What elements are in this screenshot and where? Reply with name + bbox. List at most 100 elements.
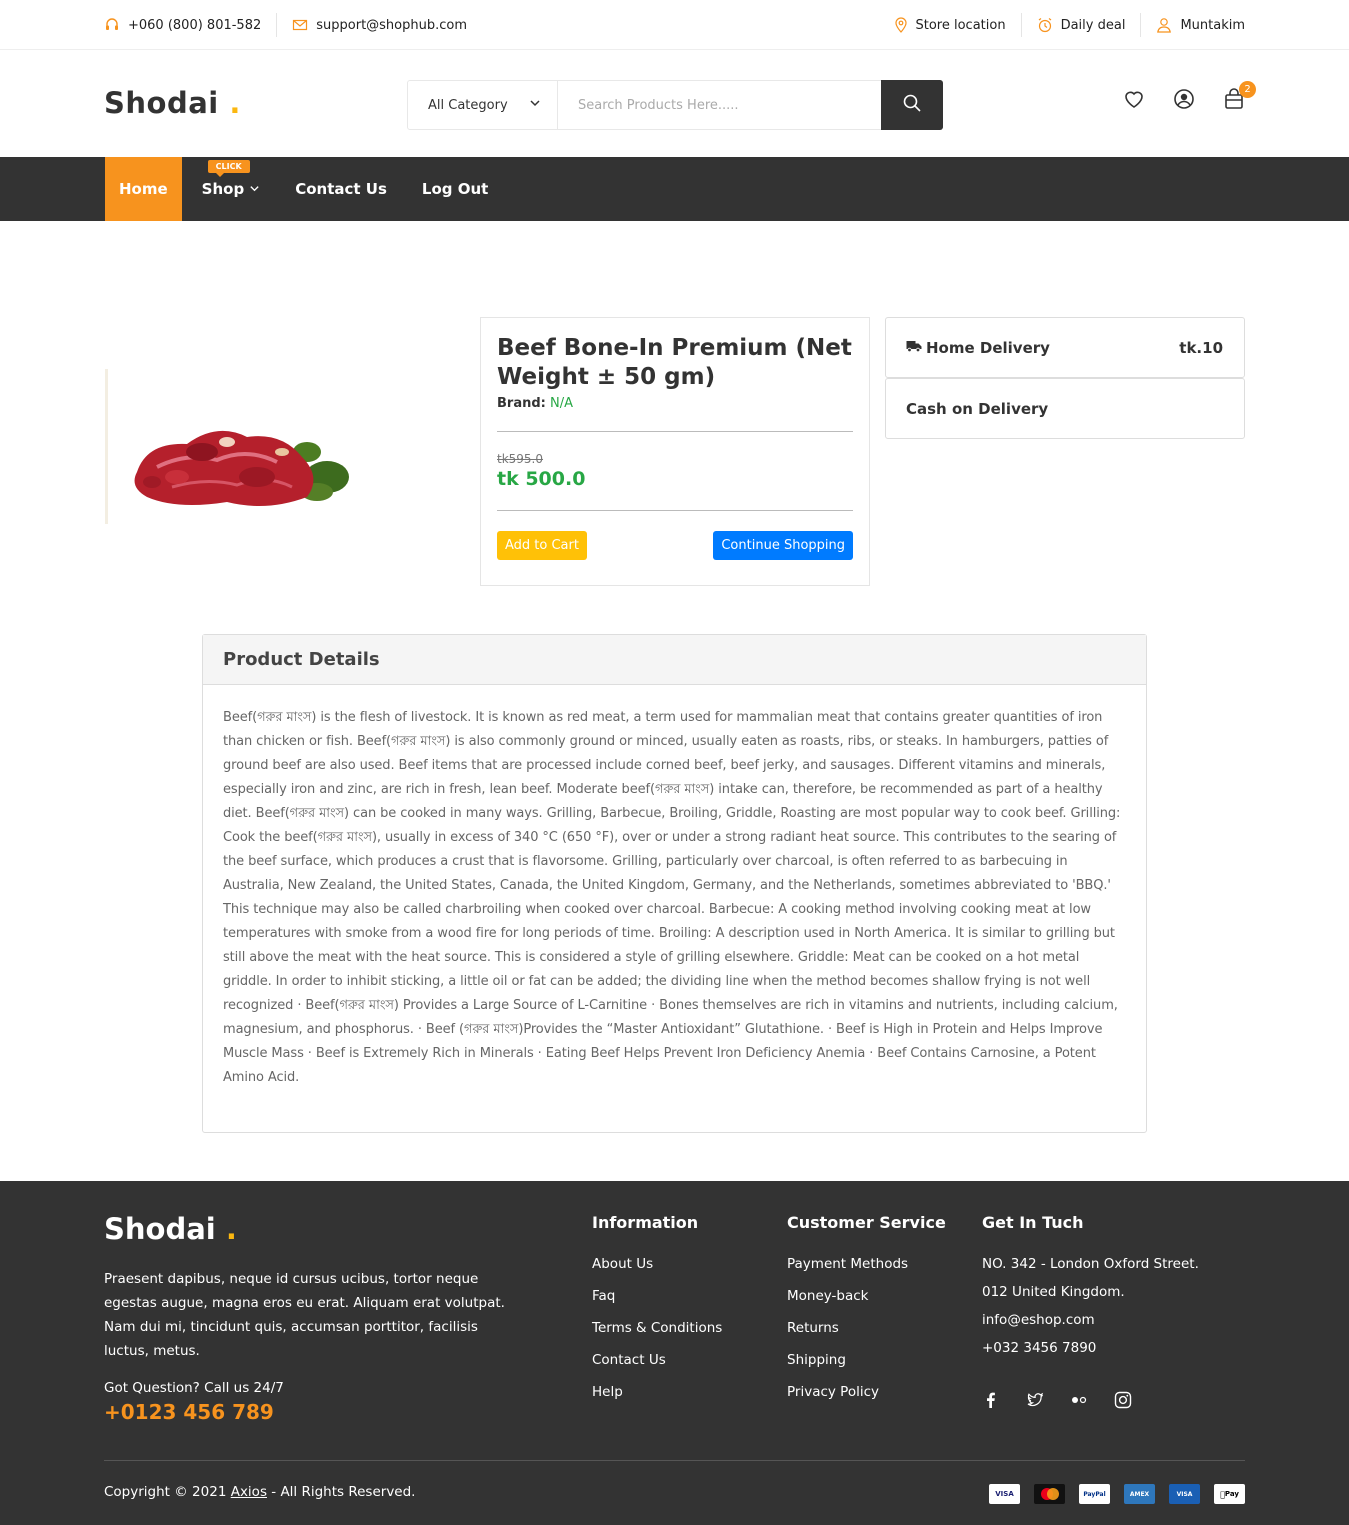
topbar-email-text: support@shophub.com — [316, 17, 468, 33]
beef-image — [134, 430, 349, 506]
cash-on-delivery-option[interactable]: Cash on Delivery — [885, 378, 1245, 439]
footer-link[interactable]: Money-back — [787, 1288, 946, 1320]
footer-link[interactable]: Privacy Policy — [787, 1384, 946, 1416]
visa-label: VISA — [995, 1490, 1014, 1498]
footer-link[interactable]: Terms & Conditions — [592, 1320, 722, 1352]
instagram-icon[interactable] — [1114, 1391, 1132, 1409]
header-icons: 2 — [1123, 81, 1256, 110]
divider — [497, 510, 853, 511]
main-nav: Home CLICK Shop Contact Us Log Out — [0, 157, 1349, 221]
twitter-icon[interactable] — [1026, 1391, 1044, 1409]
apple-pay-icon: Pay — [1214, 1484, 1245, 1504]
nav-shop[interactable]: CLICK Shop — [202, 157, 261, 221]
footer-address-line: 012 United Kingdom. — [982, 1284, 1125, 1300]
nav-logout-label: Log Out — [421, 180, 489, 198]
nav-home[interactable]: Home — [105, 157, 182, 221]
footer-logo[interactable]: Shodai . — [104, 1212, 237, 1246]
nav-contact-label: Contact Us — [295, 180, 387, 198]
account-icon[interactable] — [1173, 88, 1195, 110]
site-logo[interactable]: Shodai . — [104, 86, 241, 120]
click-badge: CLICK — [207, 160, 250, 177]
chevron-down-icon — [529, 97, 541, 113]
footer-link[interactable]: About Us — [592, 1256, 722, 1288]
footer-logo-dot: . — [225, 1212, 237, 1246]
footer-customer-service: Customer Service Payment Methods Money-b… — [787, 1213, 946, 1416]
footer-link[interactable]: Contact Us — [592, 1352, 722, 1384]
paypal-icon: PayPal — [1079, 1484, 1110, 1504]
map-pin-icon — [894, 17, 908, 33]
copyright-link[interactable]: Axios — [231, 1484, 267, 1500]
footer-phone[interactable]: +0123 456 789 — [104, 1400, 274, 1424]
visa-electron-card-icon: VISA — [1169, 1484, 1200, 1504]
current-price: tk 500.0 — [497, 468, 586, 490]
divider — [1020, 13, 1022, 37]
product-info-card: Beef Bone-In Premium (Net Weight ± 50 gm… — [480, 317, 870, 586]
logo-dot: . — [229, 86, 241, 120]
daily-deal-link[interactable]: Daily deal — [1037, 17, 1126, 33]
topbar-email[interactable]: support@shophub.com — [292, 17, 467, 33]
topbar-phone[interactable]: +060 (800) 801-582 — [104, 17, 261, 33]
home-delivery-label: Home Delivery — [926, 338, 1050, 357]
footer-about: Praesent dapibus, neque id cursus ucibus… — [104, 1271, 505, 1359]
nav-shop-label: Shop — [201, 180, 245, 198]
product-details-body: Beef(গরুর মাংস) is the flesh of livestoc… — [223, 710, 1121, 1085]
footer-information-heading: Information — [592, 1213, 699, 1232]
apple-pay-label: Pay — [1222, 1490, 1239, 1498]
product-details-panel: Product Details Beef(গরুর মাংস) is the f… — [202, 634, 1147, 1133]
user-name: Muntakim — [1180, 17, 1245, 33]
flickr-icon[interactable] — [1070, 1391, 1088, 1409]
copyright: Copyright © 2021 Axios - All Rights Rese… — [104, 1484, 415, 1500]
footer-get-in-touch-heading: Get In Tuch — [982, 1213, 1084, 1232]
paypal-label: PayPal — [1083, 1490, 1106, 1498]
facebook-icon[interactable] — [982, 1391, 1000, 1409]
cart-icon[interactable]: 2 — [1223, 81, 1256, 110]
add-to-cart-button[interactable]: Add to Cart — [497, 531, 587, 560]
nav-home-label: Home — [119, 180, 168, 198]
divider — [497, 431, 853, 432]
heart-icon[interactable] — [1123, 88, 1145, 110]
user-icon — [1156, 17, 1172, 33]
footer-address-line: NO. 342 - London Oxford Street. — [982, 1256, 1199, 1272]
search-bar: All Category — [407, 80, 943, 130]
top-bar: +060 (800) 801-582 support@shophub.com S… — [0, 0, 1349, 50]
search-icon — [902, 93, 922, 117]
product-image[interactable] — [105, 369, 365, 524]
search-button[interactable] — [881, 80, 943, 130]
mastercard-icon — [1034, 1484, 1065, 1504]
copyright-suffix: - All Rights Reserved. — [271, 1484, 416, 1500]
category-select-value: All Category — [428, 97, 508, 113]
daily-deal-label: Daily deal — [1060, 17, 1126, 33]
footer-question: Got Question? Call us 24/7 — [104, 1380, 284, 1396]
social-links — [982, 1391, 1132, 1409]
store-location-label: Store location — [915, 17, 1006, 33]
product-brand: Brand: N/A — [497, 396, 853, 411]
headset-icon — [104, 17, 120, 33]
mail-icon — [292, 17, 308, 33]
product-title: Beef Bone-In Premium (Net Weight ± 50 gm… — [497, 335, 852, 390]
nav-logout[interactable]: Log Out — [422, 157, 488, 221]
footer-link[interactable]: Shipping — [787, 1352, 946, 1384]
product-details-heading: Product Details — [203, 635, 1146, 685]
footer-information: Information About Us Faq Terms & Conditi… — [592, 1213, 722, 1416]
chevron-down-icon — [249, 180, 260, 198]
user-account-link[interactable]: Muntakim — [1156, 17, 1245, 33]
footer-link[interactable]: Help — [592, 1384, 722, 1416]
footer-contact-phone[interactable]: +032 3456 7890 — [982, 1340, 1199, 1368]
home-delivery-option[interactable]: Home Delivery tk.10 — [885, 317, 1245, 378]
payment-methods: VISA PayPal AMEX VISA Pay — [989, 1484, 1245, 1504]
footer-link[interactable]: Faq — [592, 1288, 722, 1320]
nav-contact[interactable]: Contact Us — [295, 157, 387, 221]
category-select[interactable]: All Category — [408, 81, 558, 129]
footer-email[interactable]: info@eshop.com — [982, 1312, 1199, 1340]
footer-link[interactable]: Payment Methods — [787, 1256, 946, 1288]
truck-icon — [906, 339, 922, 357]
search-input[interactable] — [558, 81, 881, 129]
store-location-link[interactable]: Store location — [894, 17, 1006, 33]
amex-card-icon: AMEX — [1124, 1484, 1155, 1504]
footer-link[interactable]: Returns — [787, 1320, 946, 1352]
continue-shopping-button[interactable]: Continue Shopping — [713, 531, 853, 560]
footer-logo-text: Shodai — [104, 1212, 216, 1246]
site-footer: Shodai . Praesent dapibus, neque id curs… — [0, 1181, 1349, 1525]
alarm-clock-icon — [1037, 17, 1053, 33]
cart-count-badge: 2 — [1239, 81, 1256, 98]
